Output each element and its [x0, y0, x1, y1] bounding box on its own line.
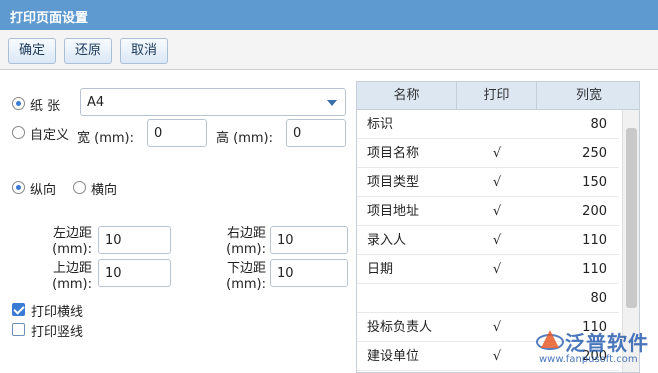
grid-row[interactable]: 标识 80: [357, 110, 619, 139]
grid-cell-print[interactable]: √: [457, 226, 537, 255]
right-margin-label-line2: (mm):: [226, 242, 266, 257]
grid-cell-name: 项目名称: [367, 146, 420, 161]
grid-cell-name: 建设单位: [367, 349, 420, 364]
grid-cell-print[interactable]: √: [457, 255, 537, 284]
left-margin-label-line1: 左边距: [52, 226, 92, 241]
bottom-margin-input[interactable]: 10: [270, 259, 348, 287]
custom-radio[interactable]: [12, 126, 25, 139]
grid-row[interactable]: 项目地址 √ 200: [357, 197, 619, 226]
grid-cell-width[interactable]: 80: [537, 284, 607, 313]
brand-url: www.fanpusoft.com: [539, 354, 638, 365]
grid-cell-print[interactable]: √: [457, 197, 537, 226]
grid-cell-name: 录入人: [367, 233, 407, 248]
cancel-button[interactable]: 取消: [120, 38, 168, 64]
grid-cell-name: 项目类型: [367, 175, 420, 190]
brand-logo-icon: [536, 330, 564, 350]
top-margin-input[interactable]: 10: [98, 259, 171, 287]
chevron-down-icon[interactable]: [327, 100, 337, 106]
top-margin-label-line2: (mm):: [52, 277, 92, 292]
right-margin-input[interactable]: 10: [270, 226, 348, 254]
grid-cell-print[interactable]: √: [457, 139, 537, 168]
grid-header-width[interactable]: 列宽: [537, 82, 639, 110]
grid-row[interactable]: 项目名称 √ 250: [357, 139, 619, 168]
grid-cell-print[interactable]: [457, 110, 537, 139]
left-margin-label-line2: (mm):: [52, 242, 92, 257]
top-margin-label-line1: 上边距: [52, 261, 92, 276]
paper-select[interactable]: A4: [80, 88, 346, 116]
grid-row[interactable]: 项目类型 √ 150: [357, 168, 619, 197]
grid-cell-print[interactable]: √: [457, 342, 537, 371]
grid-cell-print[interactable]: [457, 284, 537, 313]
brand-name: 泛普软件: [565, 331, 649, 355]
grid-cell-name: 投标负责人: [367, 320, 433, 335]
bottom-margin-label-line2: (mm):: [226, 277, 266, 292]
grid-cell-width[interactable]: 250: [537, 139, 607, 168]
grid-cell-name: 日期: [367, 262, 394, 277]
grid-cell-width[interactable]: 200: [537, 197, 607, 226]
bottom-margin-label-line1: 下边距: [226, 261, 266, 276]
grid-cell-name: 标识: [367, 117, 394, 132]
window-title: 打印页面设置: [0, 0, 658, 30]
landscape-radio[interactable]: [73, 181, 86, 194]
grid-scrollbar-thumb[interactable]: [626, 128, 637, 308]
left-margin-label: 左边距 (mm):: [40, 226, 92, 258]
grid-cell-width[interactable]: 80: [537, 110, 607, 139]
grid-header-print[interactable]: 打印: [457, 82, 537, 110]
height-label: 高 (mm):: [216, 131, 273, 146]
grid-cell-width[interactable]: 110: [537, 226, 607, 255]
brand-watermark: 泛普软件 www.fanpusoft.com: [535, 326, 653, 370]
grid-row[interactable]: 80: [357, 284, 619, 313]
custom-label: 自定义: [30, 128, 70, 143]
paper-label: 纸 张: [30, 99, 61, 114]
grid-header: 名称 打印 列宽: [357, 82, 639, 110]
print-hlines-checkbox[interactable]: [12, 303, 25, 316]
paper-radio[interactable]: [12, 97, 25, 110]
width-label: 宽 (mm):: [77, 131, 134, 146]
grid-cell-width[interactable]: 150: [537, 168, 607, 197]
right-margin-label: 右边距 (mm):: [214, 226, 266, 258]
print-hlines-label: 打印横线: [31, 305, 84, 320]
right-margin-label-line1: 右边距: [226, 226, 266, 241]
top-margin-label: 上边距 (mm):: [40, 261, 92, 293]
confirm-button[interactable]: 确定: [8, 38, 56, 64]
grid-cell-name: 项目地址: [367, 204, 420, 219]
grid-row[interactable]: 录入人 √ 110: [357, 226, 619, 255]
portrait-radio[interactable]: [12, 181, 25, 194]
width-input[interactable]: 0: [147, 119, 207, 147]
print-vlines-checkbox[interactable]: [12, 323, 25, 336]
settings-panel: 纸 张 A4 自定义 宽 (mm): 0 高 (mm): 0 纵向 横向 左边距…: [0, 71, 356, 373]
height-input[interactable]: 0: [286, 119, 346, 147]
grid-cell-width[interactable]: 110: [537, 255, 607, 284]
reset-button[interactable]: 还原: [64, 38, 112, 64]
portrait-label: 纵向: [30, 183, 57, 198]
grid-cell-print[interactable]: √: [457, 313, 537, 342]
toolbar: 确定 还原 取消: [0, 30, 658, 70]
grid-row[interactable]: 日期 √ 110: [357, 255, 619, 284]
bottom-margin-label: 下边距 (mm):: [214, 261, 266, 293]
paper-select-value: A4: [87, 95, 105, 110]
grid-cell-print[interactable]: √: [457, 168, 537, 197]
landscape-label: 横向: [91, 183, 118, 198]
print-vlines-label: 打印竖线: [31, 325, 84, 340]
grid-header-name[interactable]: 名称: [357, 82, 457, 110]
left-margin-input[interactable]: 10: [98, 226, 171, 254]
